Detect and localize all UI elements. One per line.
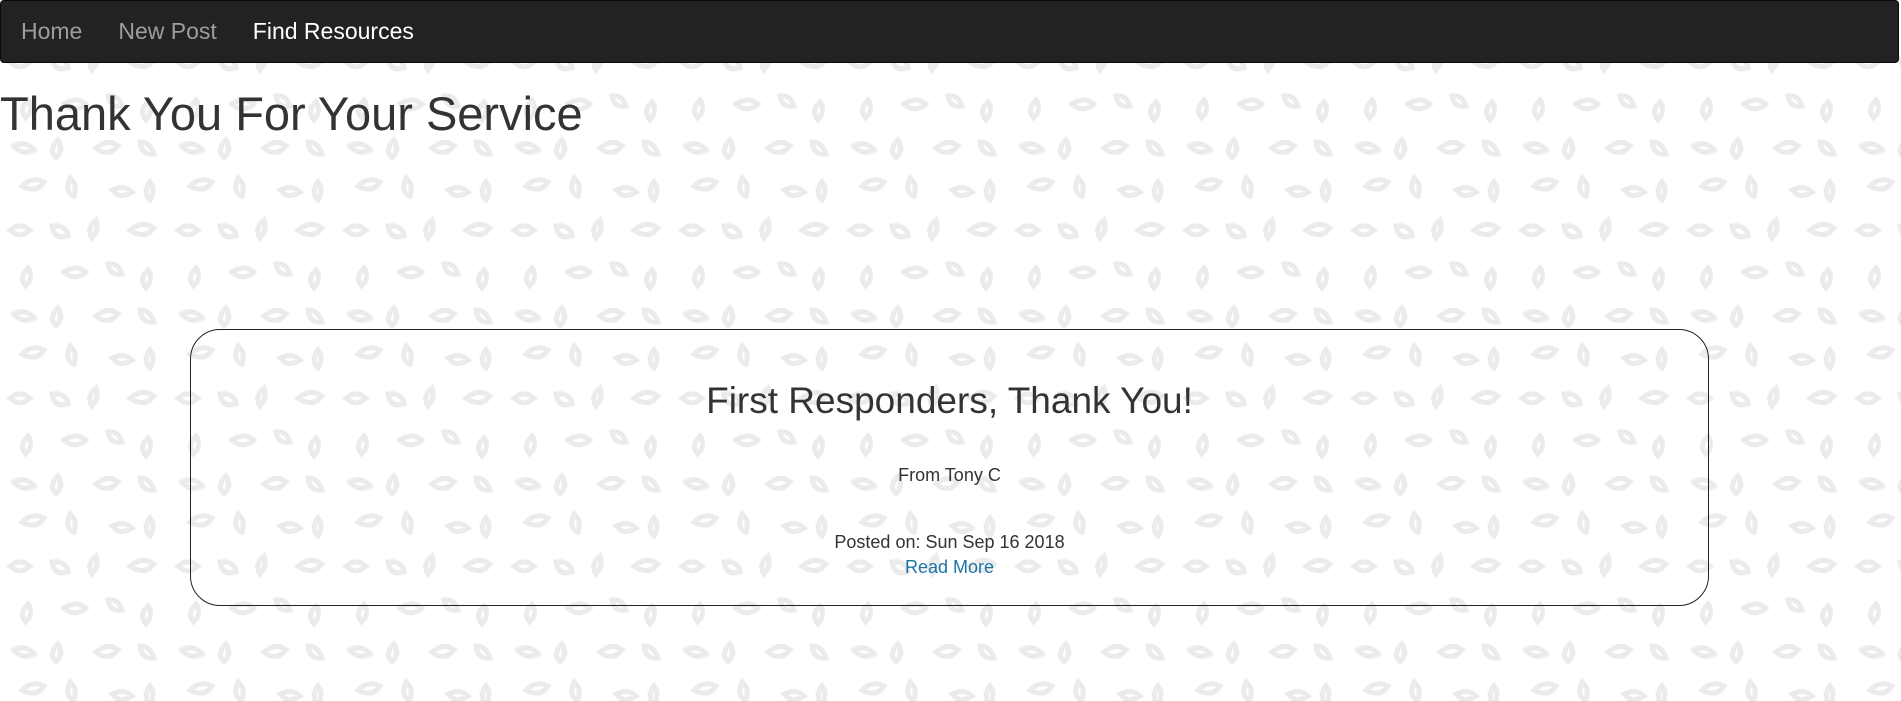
top-navbar: Home New Post Find Resources <box>0 0 1899 63</box>
page-title: Thank You For Your Service <box>0 87 583 140</box>
nav-home-link[interactable]: Home <box>3 0 100 63</box>
post-title: First Responders, Thank You! <box>706 380 1193 421</box>
post-card: First Responders, Thank You! From Tony C… <box>190 329 1709 606</box>
read-more-link[interactable]: Read More <box>905 557 994 577</box>
nav-find-resources-link[interactable]: Find Resources <box>235 0 432 63</box>
post-date: Posted on: Sun Sep 16 2018 <box>834 532 1065 552</box>
nav-new-post-link[interactable]: New Post <box>100 0 234 63</box>
post-author: From Tony C <box>898 465 1001 485</box>
read-more-container: Read More <box>191 557 1708 578</box>
